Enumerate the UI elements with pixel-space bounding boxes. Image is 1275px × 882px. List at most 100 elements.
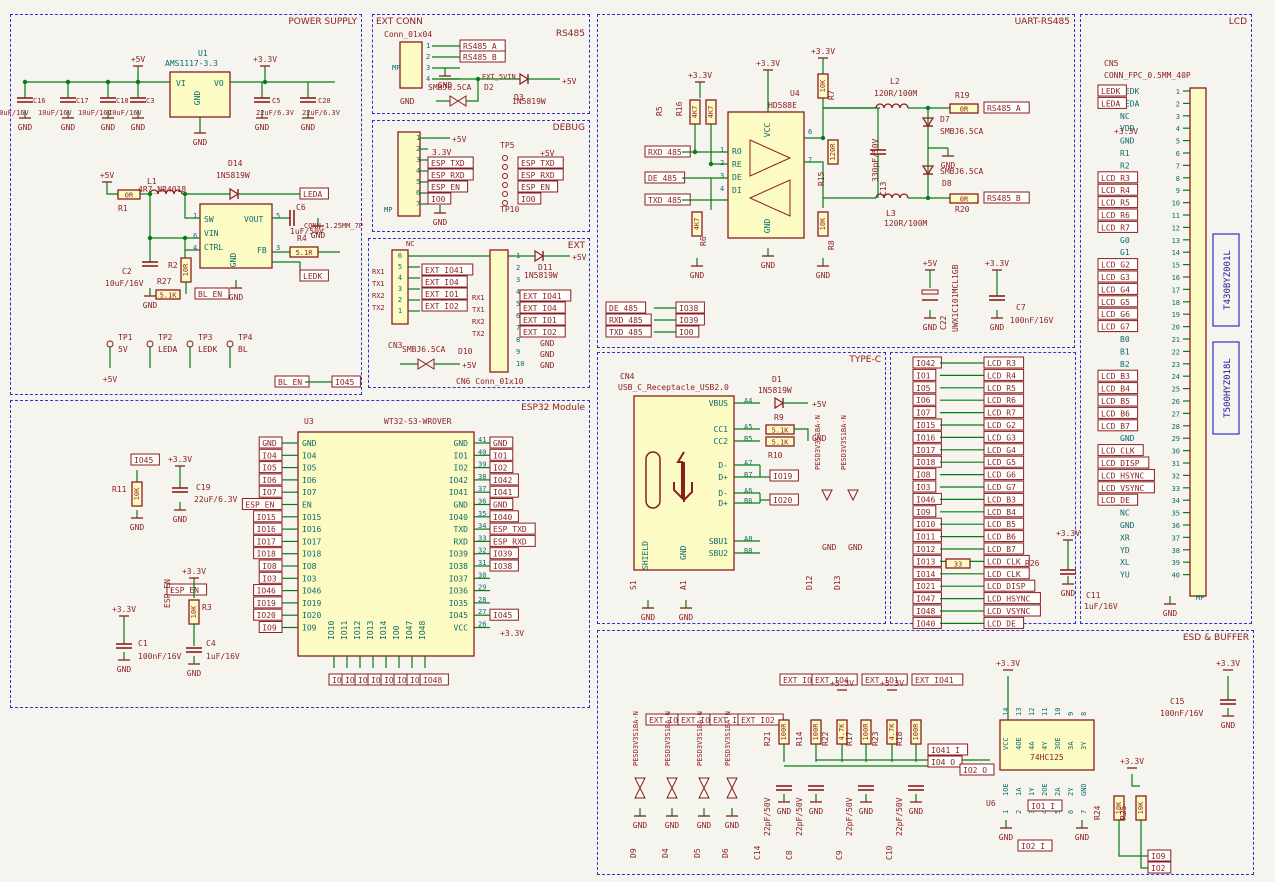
ext-left-pin: RX2 (372, 292, 385, 300)
lcd-map-lcd: LCD_CLK (987, 557, 1021, 566)
net-rs485a: RS485_A (463, 42, 497, 51)
cn6-pin: 2 (516, 264, 520, 272)
cn5-pin-num: 40 (1172, 572, 1180, 580)
u3-vcc-net: +3.3V (500, 629, 524, 638)
d13-ref: D13 (833, 575, 842, 590)
net-rs485b: RS485_B (463, 53, 497, 62)
u3-left-net: IO18 (257, 550, 276, 559)
u4-pin: RO (732, 147, 742, 156)
u6-pin: 3Y (1080, 741, 1088, 750)
u3-pin: IO40 (449, 513, 468, 522)
lcd-map-io: IO17 (916, 446, 935, 455)
cn5-pin-label: G0 (1120, 236, 1130, 245)
u2-pin: GND (229, 253, 238, 268)
lcd-map-io: IO46 (916, 495, 935, 504)
debug-pin: 1 (416, 134, 420, 142)
c7-ref: C7 (1016, 303, 1026, 312)
u4-pin-num: 4 (720, 185, 724, 193)
uart-map-net: TXD_485 (609, 328, 643, 337)
gnd-label: GND (117, 665, 132, 674)
cn4-pin: CC1 (714, 425, 729, 434)
debug-pin: 2 (416, 145, 420, 153)
typec-io20: IO20 (773, 496, 792, 505)
esd-io9: IO9 (1151, 852, 1166, 861)
net-rs485a-out: RS485_A (987, 104, 1021, 113)
gnd-label: GND (679, 613, 694, 622)
debug-mp: MP (384, 206, 392, 214)
cn5-pin-num: 24 (1172, 373, 1180, 381)
c4-ref: C4 (206, 639, 216, 648)
esd-tvs (634, 786, 646, 799)
debug-net: ESP_TXD (431, 159, 465, 168)
debug-net: ESP_EN (431, 183, 460, 192)
lcd-3v3: +3.3V (1114, 127, 1138, 136)
esd-tvs (726, 786, 738, 799)
d1-value: 1N5819W (758, 386, 792, 395)
cn3-pin: 3 (398, 285, 402, 293)
cn5-pin-num: 14 (1172, 249, 1180, 257)
u1-ref: U1 (198, 49, 208, 58)
net-bl-en-2: BL_EN (278, 378, 302, 387)
inductor-l2 (891, 103, 901, 109)
cn5-pin-num: 2 (1176, 100, 1180, 108)
esd-r-ref: R23 (871, 731, 880, 746)
u4-vcc: VCC (763, 123, 772, 138)
lcd-map-io: IO13 (916, 557, 935, 566)
u4-pin: DI (732, 186, 742, 195)
l3-value: 120R/100M (884, 219, 928, 228)
lcd-net: LCD_G4 (1101, 285, 1130, 294)
resistor-value: 0R (960, 106, 969, 114)
d12-ref: D12 (805, 575, 814, 590)
junction-dot (147, 191, 153, 197)
u3-pin: IO48 (418, 621, 427, 640)
u6-pin-num: 2 (1015, 810, 1023, 814)
u3-right-net: IO42 (493, 476, 512, 485)
wire (1118, 820, 1148, 857)
junction-dot (182, 191, 188, 197)
cn5-pin-num: 34 (1172, 497, 1180, 505)
cn5-pin-num: 31 (1172, 460, 1180, 468)
d12 (821, 489, 833, 502)
resistor-value: 100R (862, 723, 870, 741)
l1-value: 4R7_NR4018 (138, 185, 186, 194)
u2-pin: FB (257, 246, 267, 255)
uart-map-io: IO38 (679, 304, 698, 313)
r24-ref: R24 (1093, 805, 1102, 820)
gnd-label: GND (540, 350, 555, 359)
c11-value: 1uF/16V (1084, 602, 1118, 611)
junction-dot (820, 135, 826, 141)
net-leda: LEDA (303, 190, 322, 199)
c19-ref: C19 (196, 483, 211, 492)
debug-pin: 4 (416, 167, 420, 175)
tp1-5v: +5V (103, 375, 118, 384)
u2-pin-num: 5 (276, 212, 280, 220)
lcd-map-lcd: LCD_B4 (987, 508, 1016, 517)
ext-conn-value: Conn_01x04 (384, 30, 432, 39)
u3-pin: IO6 (302, 476, 317, 485)
gnd-label: GND (400, 97, 415, 106)
debug-tp-net: ESP_EN (521, 183, 550, 192)
lcd-map-io: IO21 (916, 582, 935, 591)
cn5-pin-num: 11 (1172, 212, 1180, 220)
cap-value: 22uF/6.3V (302, 109, 341, 117)
esd-tvs-value: PESD3V3S1BA-N (724, 711, 732, 766)
cn4-pin: D+ (718, 473, 728, 482)
lcd-map-lcd: LCD_DE (987, 619, 1016, 628)
c2-ref: C2 (122, 267, 132, 276)
esd-tvs-value: PESD3V3S1BA-N (632, 711, 640, 766)
cn4-pin-num: B6 (744, 497, 752, 505)
c1-ref: C1 (138, 639, 148, 648)
lcd-map-io: IO3 (916, 483, 931, 492)
u2-pin: VIN (204, 229, 219, 238)
u3-pin: GND (454, 439, 469, 448)
junction-dot (262, 79, 268, 85)
resistor-value: 100R (812, 723, 820, 741)
c11-ref: C11 (1086, 591, 1101, 600)
testpoint (186, 340, 194, 348)
j5-pin: 3 (426, 64, 430, 72)
d2-value: SMBJ6.5CA (428, 83, 472, 92)
cn5-pin-num: 1 (1176, 88, 1180, 96)
cn5-pin-num: 20 (1172, 324, 1180, 332)
wire (1140, 820, 1148, 869)
power-label: +3.3V (688, 71, 712, 80)
